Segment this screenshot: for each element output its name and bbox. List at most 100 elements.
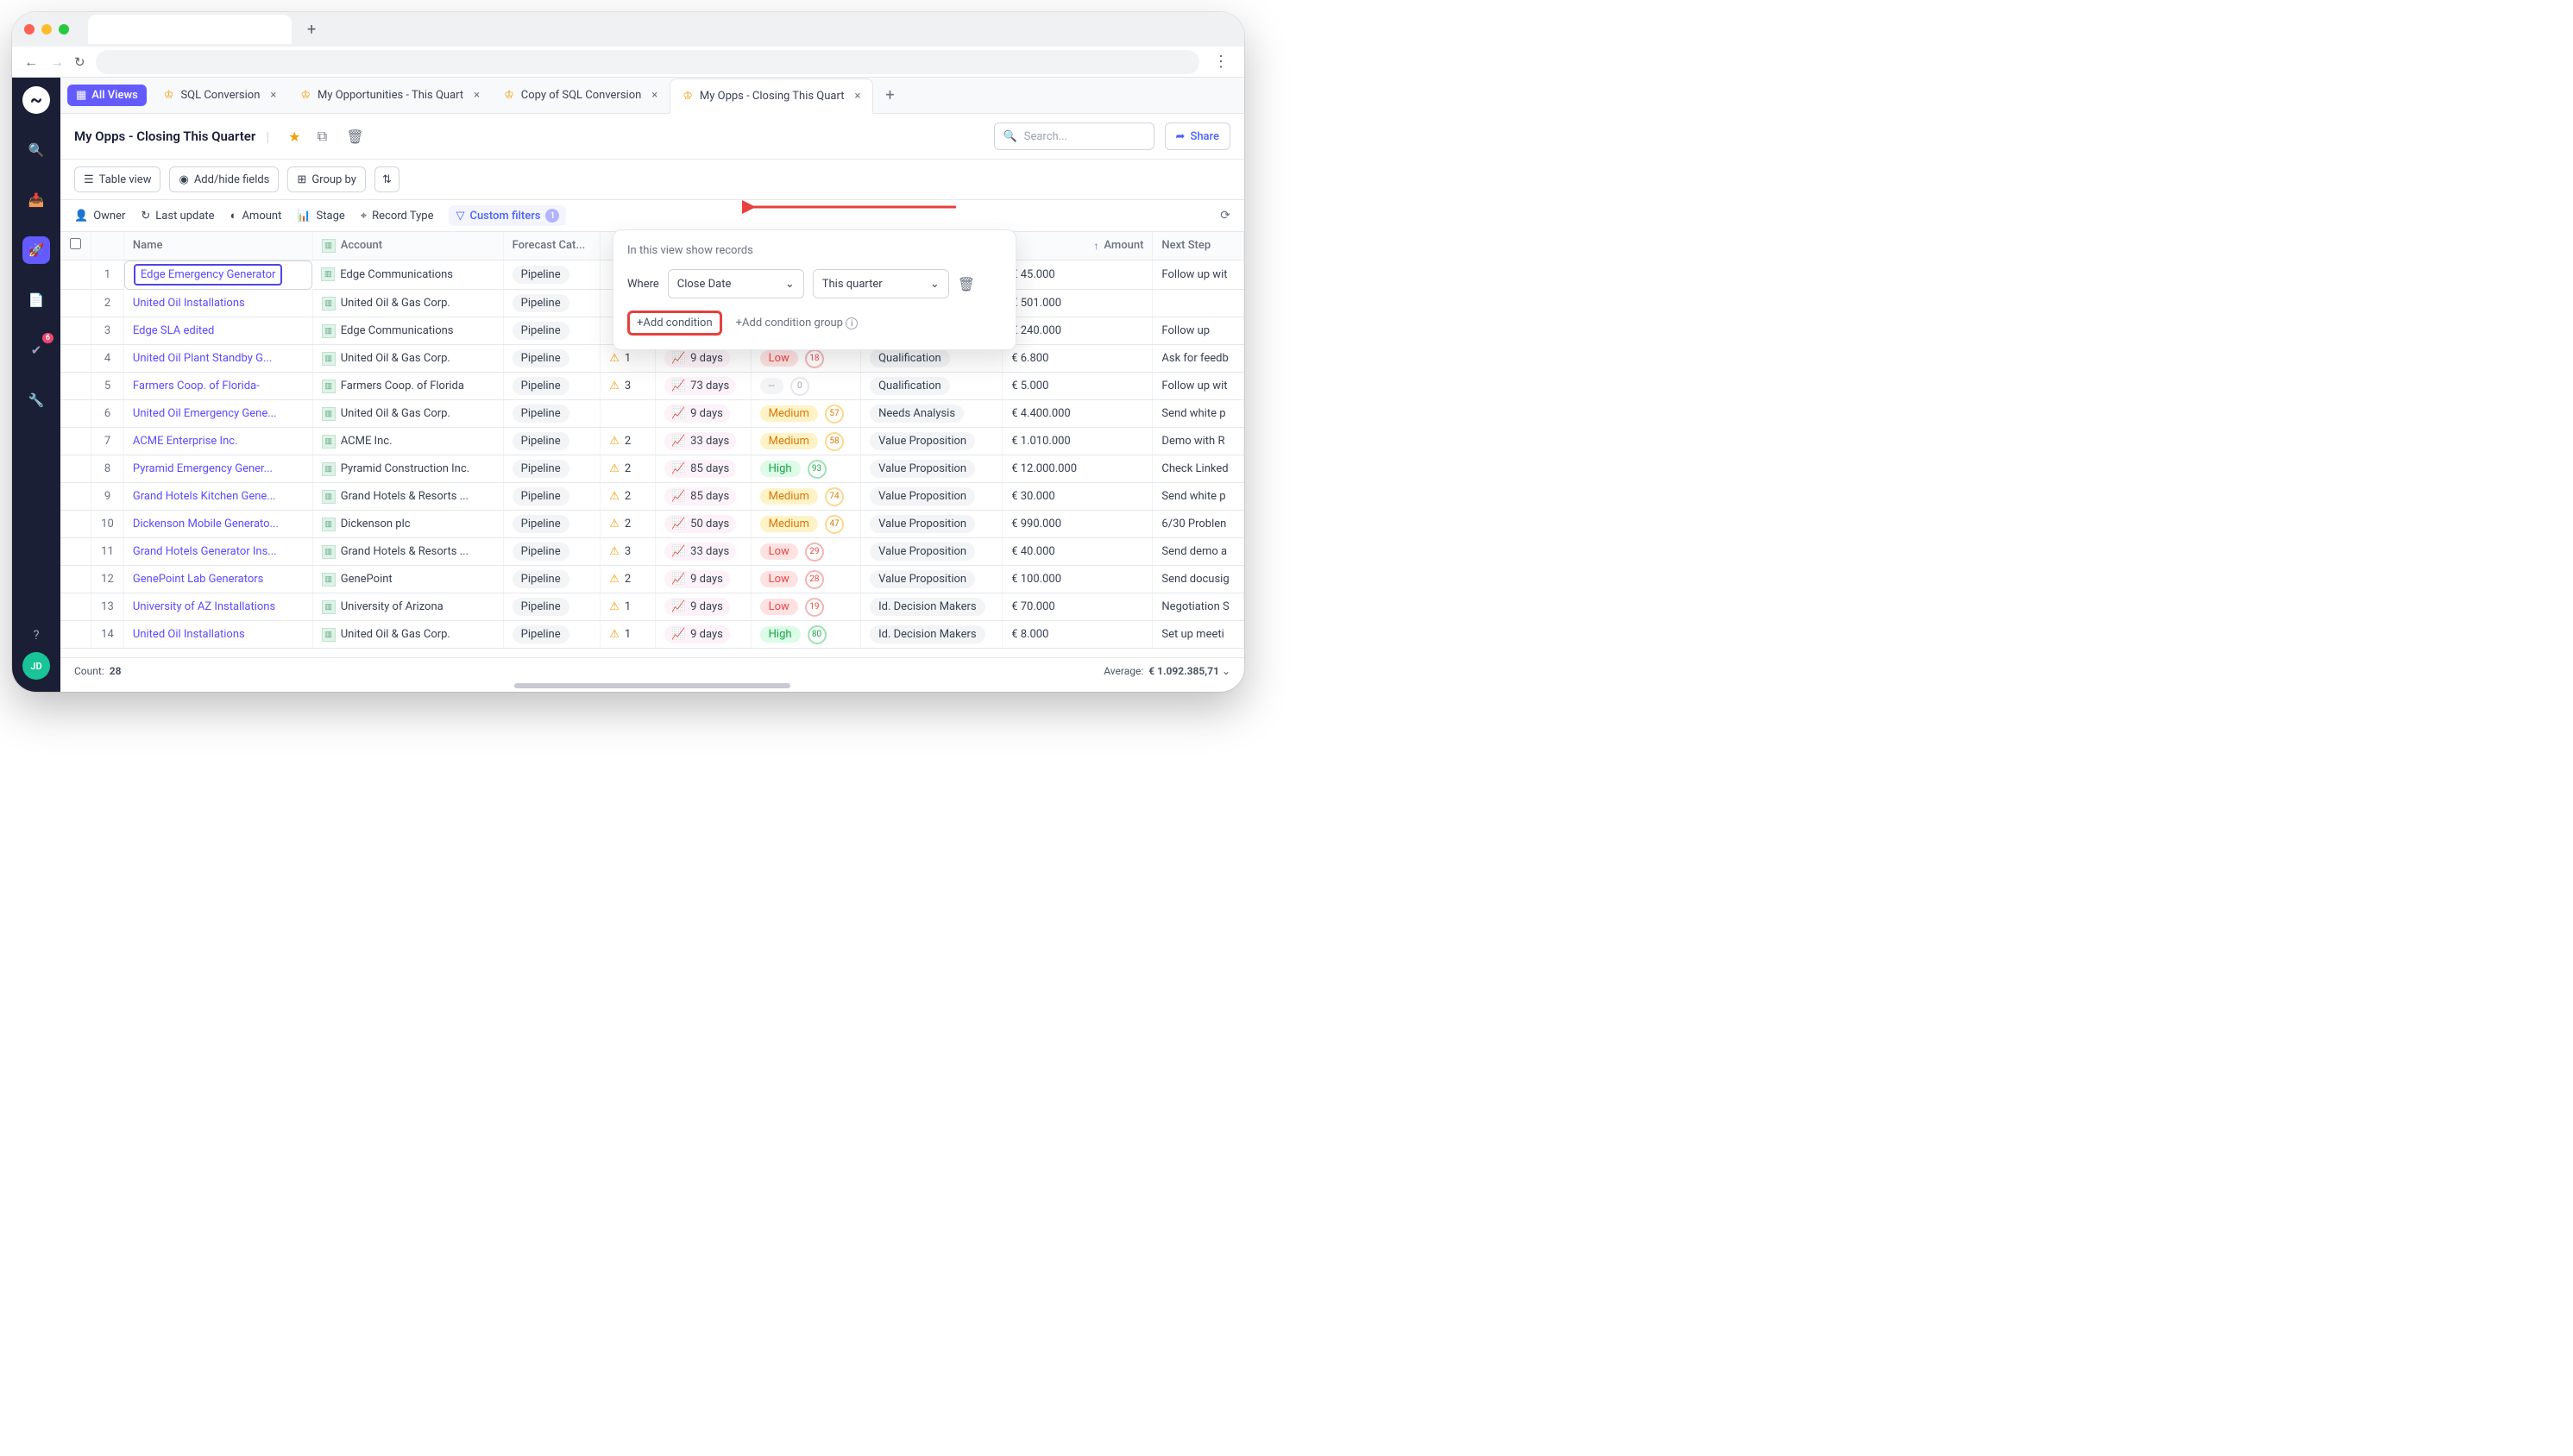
- close-icon[interactable]: ×: [854, 90, 860, 103]
- next-step-cell: Check Linked: [1153, 455, 1244, 483]
- check-icon[interactable]: ✔6: [22, 336, 50, 364]
- row-number: 9: [91, 483, 124, 511]
- add-tab-button[interactable]: +: [873, 86, 906, 104]
- opportunity-name[interactable]: GenePoint Lab Generators: [123, 566, 312, 593]
- add-condition-group-button[interactable]: +Add condition group i: [736, 317, 859, 330]
- inbox-icon[interactable]: 📥: [22, 186, 50, 214]
- tab-label: SQL Conversion: [180, 89, 260, 102]
- col-amount[interactable]: ↑Amount: [1003, 232, 1153, 260]
- filter-value-select[interactable]: This quarter⌄: [813, 269, 949, 298]
- table-row[interactable]: 7ACME Enterprise Inc.▥ACME Inc.Pipeline⚠…: [60, 428, 1244, 455]
- browser-menu-icon[interactable]: ⋮: [1210, 53, 1232, 71]
- minimize-window-icon[interactable]: [41, 24, 52, 35]
- account-cell[interactable]: ▥Farmers Coop. of Florida: [312, 373, 503, 400]
- browser-tab[interactable]: [88, 15, 292, 44]
- table-row[interactable]: 5Farmers Coop. of Florida-▥Farmers Coop.…: [60, 373, 1244, 400]
- tab-sql-conversion[interactable]: ♔ SQL Conversion ×: [152, 78, 289, 113]
- close-icon[interactable]: ×: [474, 89, 480, 102]
- forward-icon[interactable]: →: [50, 53, 64, 71]
- share-button[interactable]: ➦ Share: [1165, 122, 1230, 150]
- search-icon[interactable]: 🔍: [22, 136, 50, 164]
- account-cell[interactable]: ▥United Oil & Gas Corp.: [312, 345, 503, 373]
- delete-icon[interactable]: 🗑: [343, 125, 366, 147]
- account-cell[interactable]: ▥United Oil & Gas Corp.: [312, 400, 503, 428]
- opportunity-name[interactable]: United Oil Installations: [123, 621, 312, 649]
- address-bar[interactable]: [96, 50, 1199, 74]
- maximize-window-icon[interactable]: [59, 24, 69, 35]
- opportunity-name[interactable]: University of AZ Installations: [123, 593, 312, 621]
- account-cell[interactable]: ▥Grand Hotels & Resorts ...: [312, 538, 503, 566]
- account-cell[interactable]: ▥University of Arizona: [312, 593, 503, 621]
- col-account[interactable]: ▥Account: [312, 232, 503, 260]
- delete-filter-icon[interactable]: 🗑: [958, 276, 975, 292]
- col-name[interactable]: Name: [123, 232, 312, 260]
- account-cell[interactable]: ▥Grand Hotels & Resorts ...: [312, 483, 503, 511]
- all-views-button[interactable]: ▦ All Views: [67, 85, 147, 106]
- opportunity-name[interactable]: Grand Hotels Generator Ins...: [123, 538, 312, 566]
- table-row[interactable]: 12GenePoint Lab Generators▥GenePointPipe…: [60, 566, 1244, 593]
- tab-my-opps-closing[interactable]: ♔ My Opps - Closing This Quart ×: [670, 78, 873, 114]
- wrench-icon[interactable]: 🔧: [22, 386, 50, 414]
- star-icon[interactable]: ★: [288, 129, 300, 145]
- table-row[interactable]: 13University of AZ Installations▥Univers…: [60, 593, 1244, 621]
- search-input[interactable]: 🔍 Search...: [994, 122, 1154, 150]
- account-cell[interactable]: ▥Dickenson plc: [312, 511, 503, 538]
- amount-filter[interactable]: ◐Amount: [230, 209, 282, 223]
- opportunity-name[interactable]: Grand Hotels Kitchen Gene...: [123, 483, 312, 511]
- tab-my-opps-quarter[interactable]: ♔ My Opportunities - This Quart ×: [288, 78, 492, 113]
- account-cell[interactable]: ▥Edge Communications: [312, 260, 503, 290]
- close-icon[interactable]: ×: [651, 89, 657, 102]
- opportunity-name[interactable]: Pyramid Emergency Gener...: [123, 455, 312, 483]
- col-next-step[interactable]: Next Step: [1153, 232, 1244, 260]
- tab-copy-sql[interactable]: ♔ Copy of SQL Conversion ×: [492, 78, 670, 113]
- table-row[interactable]: 9Grand Hotels Kitchen Gene...▥Grand Hote…: [60, 483, 1244, 511]
- close-window-icon[interactable]: [24, 24, 35, 35]
- account-cell[interactable]: ▥Pyramid Construction Inc.: [312, 455, 503, 483]
- copy-icon[interactable]: ⧉: [311, 125, 333, 147]
- owner-filter[interactable]: 👤Owner: [74, 210, 125, 223]
- opportunity-name[interactable]: Edge Emergency Generator: [124, 260, 312, 290]
- close-icon[interactable]: ×: [270, 89, 276, 102]
- reload-icon[interactable]: ↻: [74, 54, 85, 70]
- group-by-button[interactable]: ⊞Group by: [287, 166, 366, 192]
- table-view-button[interactable]: ☰Table view: [74, 166, 160, 192]
- table-row[interactable]: 14United Oil Installations▥United Oil & …: [60, 621, 1244, 649]
- note-icon[interactable]: 📄: [22, 286, 50, 314]
- opportunity-name[interactable]: Dickenson Mobile Generato...: [123, 511, 312, 538]
- account-cell[interactable]: ▥United Oil & Gas Corp.: [312, 621, 503, 649]
- col-forecast[interactable]: Forecast Cat...: [503, 232, 601, 260]
- help-icon[interactable]: ?: [22, 621, 50, 649]
- stage-filter[interactable]: 📊Stage: [297, 210, 344, 223]
- record-type-filter[interactable]: ⌖Record Type: [361, 210, 434, 223]
- rocket-icon[interactable]: 🚀: [22, 236, 50, 264]
- select-all-checkbox[interactable]: [60, 232, 91, 260]
- horizontal-scrollbar[interactable]: [60, 683, 1244, 692]
- table-row[interactable]: 6United Oil Emergency Gene...▥United Oil…: [60, 400, 1244, 428]
- back-icon[interactable]: ←: [24, 53, 38, 71]
- opportunity-name[interactable]: United Oil Installations: [123, 290, 312, 317]
- account-cell[interactable]: ▥United Oil & Gas Corp.: [312, 290, 503, 317]
- table-row[interactable]: 10Dickenson Mobile Generato...▥Dickenson…: [60, 511, 1244, 538]
- add-hide-fields-button[interactable]: ◉Add/hide fields: [169, 166, 279, 192]
- custom-filters-button[interactable]: ▽ Custom filters 1: [449, 205, 566, 226]
- add-condition-button[interactable]: +Add condition: [627, 311, 722, 336]
- app-logo-icon[interactable]: [22, 86, 50, 114]
- last-update-filter[interactable]: ↻Last update: [141, 210, 214, 223]
- account-cell[interactable]: ▥GenePoint: [312, 566, 503, 593]
- table-row[interactable]: 8Pyramid Emergency Gener...▥Pyramid Cons…: [60, 455, 1244, 483]
- account-cell[interactable]: ▥ACME Inc.: [312, 428, 503, 455]
- row-number: 4: [91, 345, 124, 373]
- chart-icon: 📈: [671, 518, 685, 530]
- opportunity-name[interactable]: Farmers Coop. of Florida-: [123, 373, 312, 400]
- account-cell[interactable]: ▥Edge Communications: [312, 317, 503, 345]
- avatar[interactable]: JD: [22, 652, 50, 680]
- opportunity-name[interactable]: Edge SLA edited: [123, 317, 312, 345]
- opportunity-name[interactable]: United Oil Plant Standby G...: [123, 345, 312, 373]
- filter-field-select[interactable]: Close Date⌄: [668, 269, 804, 298]
- table-row[interactable]: 11Grand Hotels Generator Ins...▥Grand Ho…: [60, 538, 1244, 566]
- sort-button[interactable]: ⇅: [374, 166, 399, 192]
- refresh-icon[interactable]: ⟳: [1220, 209, 1230, 223]
- opportunity-name[interactable]: ACME Enterprise Inc.: [123, 428, 312, 455]
- opportunity-name[interactable]: United Oil Emergency Gene...: [123, 400, 312, 428]
- new-tab-icon[interactable]: +: [299, 21, 324, 39]
